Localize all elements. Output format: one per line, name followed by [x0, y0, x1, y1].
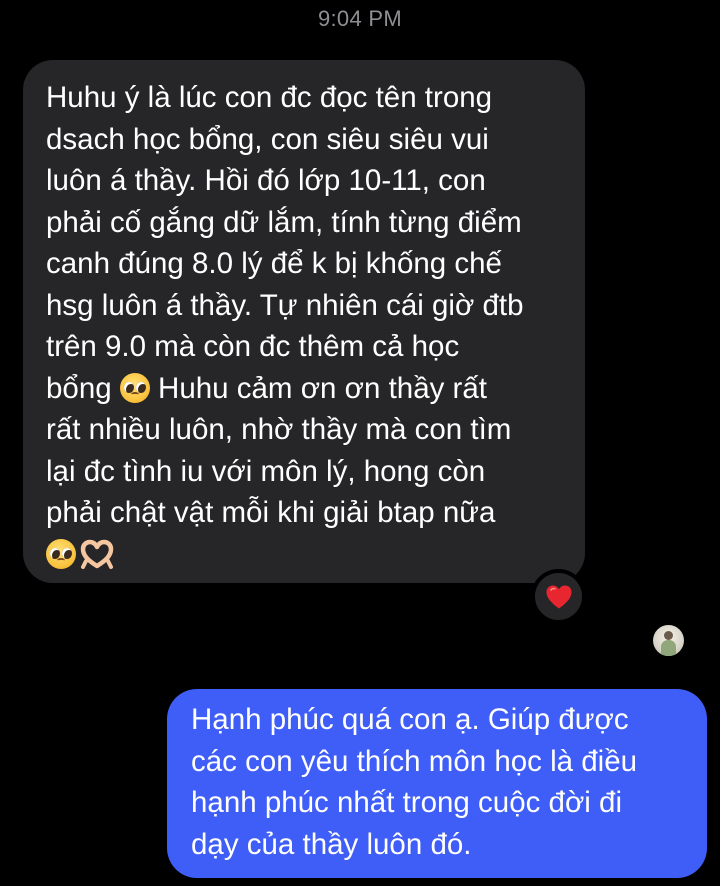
- emoji-line: [46, 534, 571, 576]
- read-receipt-avatar: [653, 625, 684, 656]
- message-line: dạy của thầy luôn đó.: [191, 827, 472, 861]
- message-line: Hạnh phúc quá con ạ. Giúp được: [191, 703, 629, 736]
- message-text: bổng: [46, 371, 112, 405]
- chat-screen: 9:04 PM Huhu ý là lúc con đc đọc tên tro…: [0, 0, 720, 886]
- message-text: Huhu cảm ơn ơn thầy rất: [158, 371, 487, 405]
- message-line: rất nhiều luôn, nhờ thầy mà con tìm: [46, 413, 512, 446]
- message-timestamp: 9:04 PM: [317, 6, 403, 31]
- message-line: bổng Huhu cảm ơn ơn thầy rất: [46, 368, 571, 410]
- message-line: lại đc tình iu với môn lý, hong còn: [46, 454, 486, 488]
- pleading-face-emoji: [119, 372, 150, 403]
- message-line: hạnh phúc nhất trong cuộc đời đi: [191, 786, 623, 819]
- message-line: Huhu ý là lúc con đc đọc tên trong: [46, 81, 493, 114]
- heart-reaction[interactable]: [531, 569, 586, 624]
- sent-message-bubble[interactable]: Hạnh phúc quá con ạ. Giúp được các con y…: [167, 689, 707, 878]
- message-line: luôn á thầy. Hồi đó lớp 10-11, con: [46, 164, 486, 197]
- message-line: trên 9.0 mà còn đc thêm cả học: [46, 330, 460, 363]
- message-line: hsg luôn á thầy. Tự nhiên cái giờ đtb: [46, 288, 524, 322]
- red-heart-icon: [546, 585, 571, 608]
- message-line: các con yêu thích môn học là điều: [191, 744, 638, 778]
- pleading-face-emoji: [46, 538, 76, 569]
- message-line: phải cố gắng dữ lắm, tính từng điểm: [46, 205, 522, 239]
- heart-hands-emoji: [80, 539, 114, 569]
- received-message-bubble[interactable]: Huhu ý là lúc con đc đọc tên trong dsach…: [23, 60, 585, 583]
- message-line: dsach học bổng, con siêu siêu vui: [46, 122, 489, 156]
- message-line: phải chật vật mỗi khi giải btap nữa: [46, 496, 496, 529]
- message-line: canh đúng 8.0 lý để k bị khống chế: [46, 247, 502, 280]
